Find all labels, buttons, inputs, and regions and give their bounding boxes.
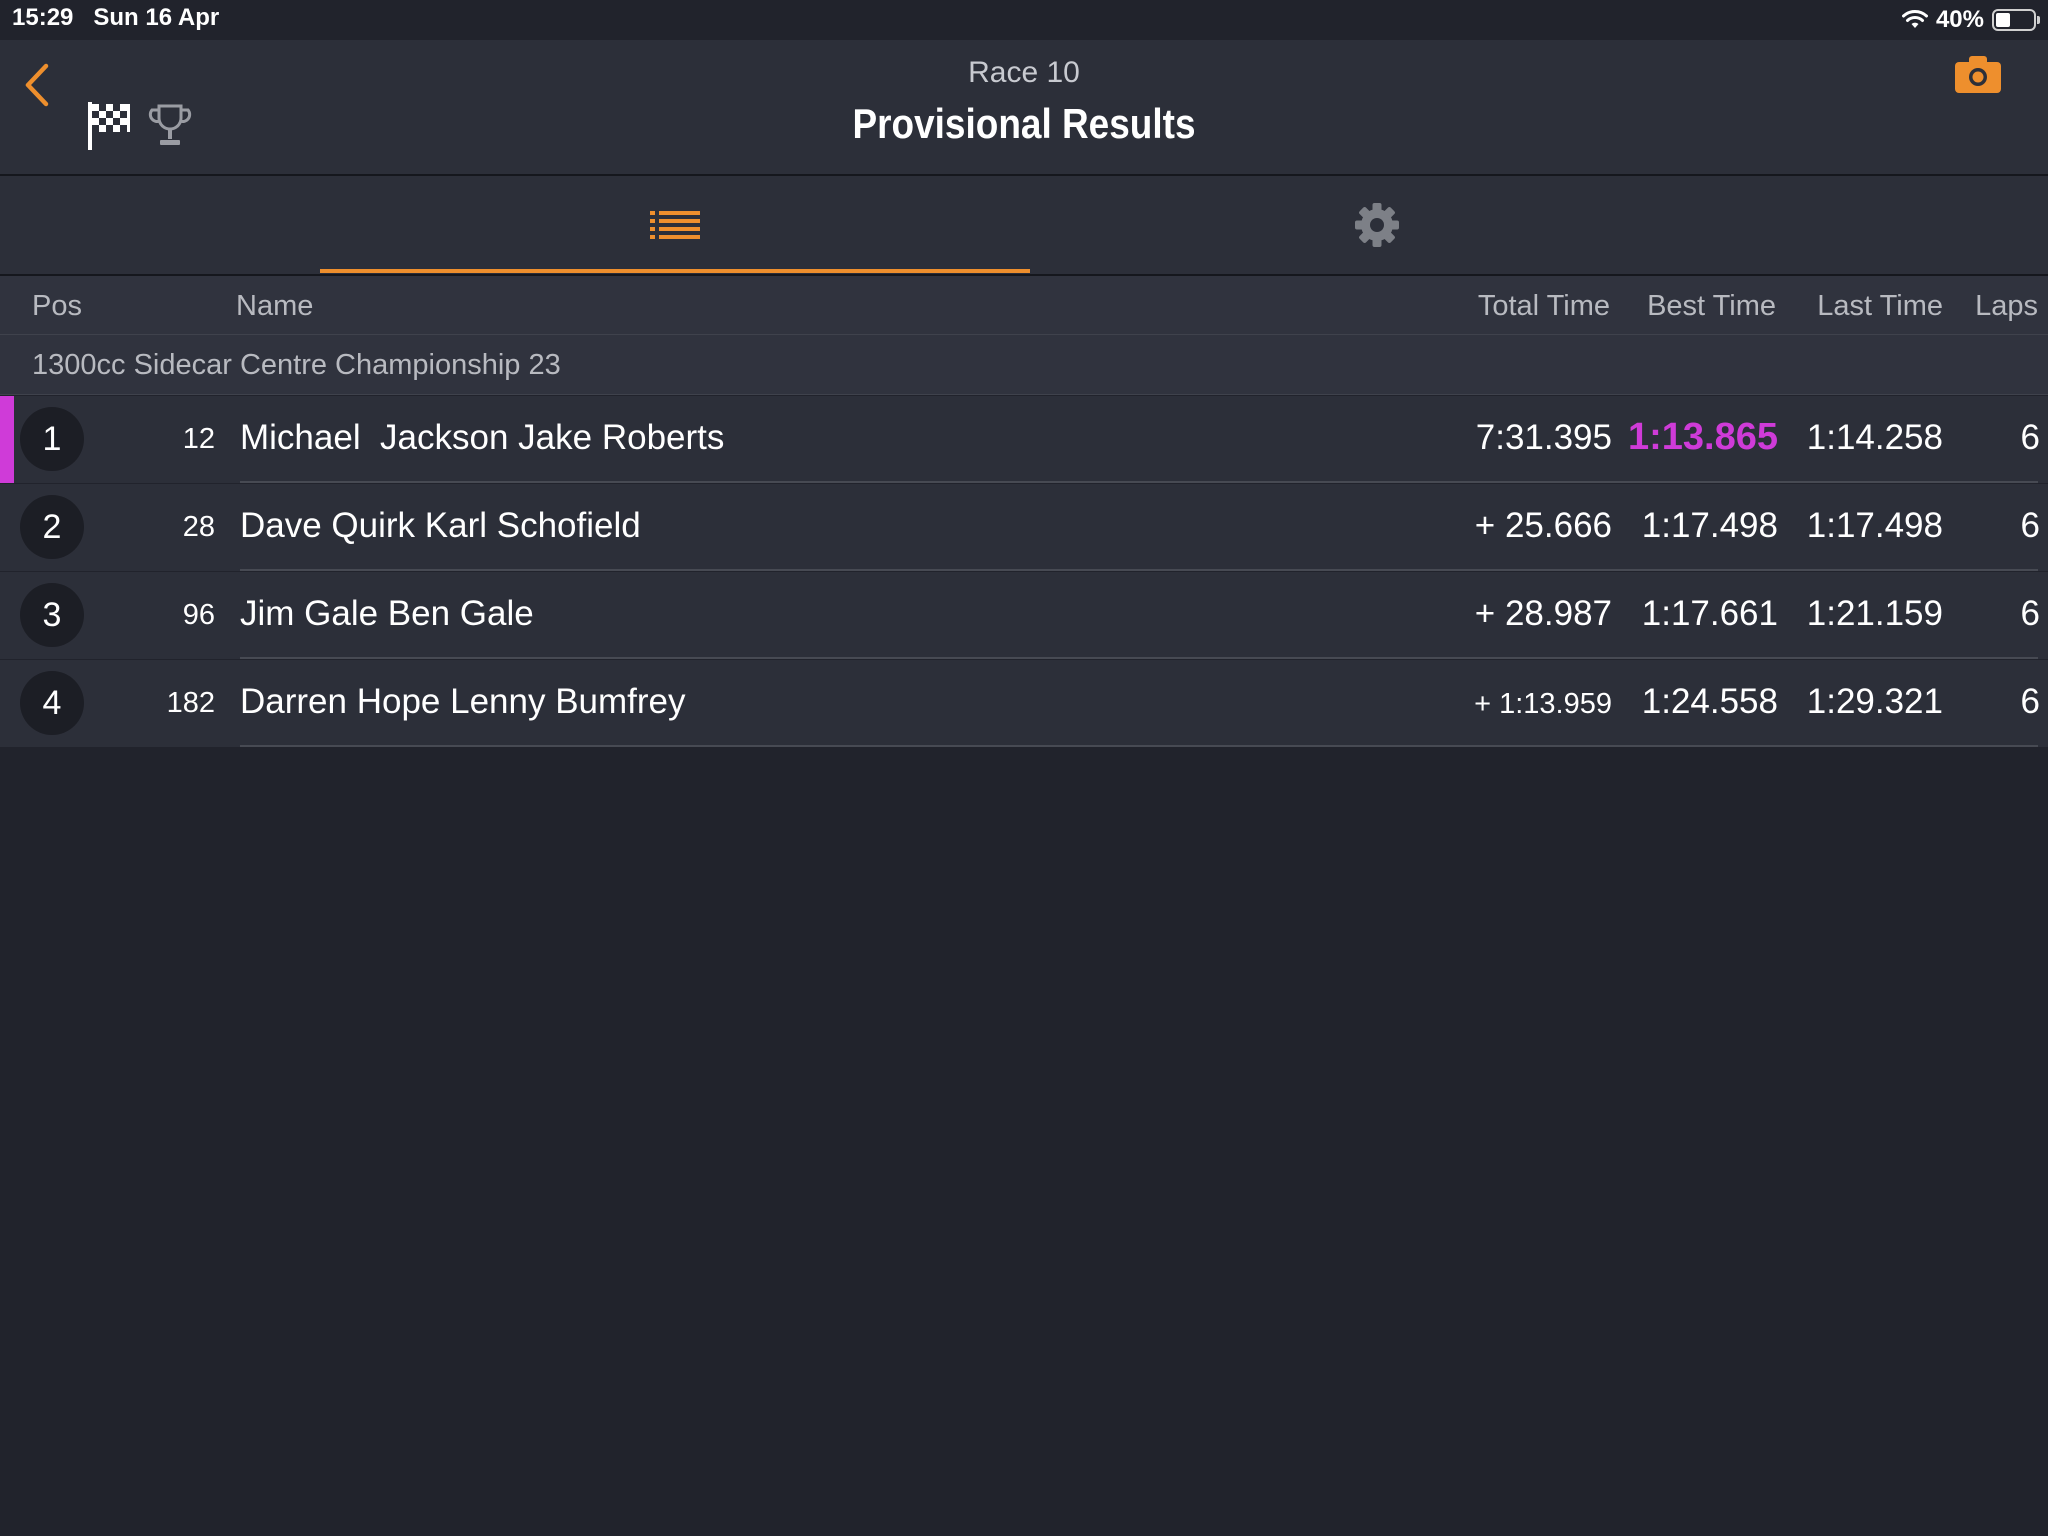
total-time: + 1:13.959 xyxy=(1474,688,1612,720)
active-tab-indicator xyxy=(320,269,1030,273)
competitor-name: Jim Gale Ben Gale xyxy=(240,594,534,633)
last-time: 1:29.321 xyxy=(1806,682,1943,721)
total-time: + 28.987 xyxy=(1474,594,1612,633)
laps: 6 xyxy=(2020,594,2040,633)
total-time: + 25.666 xyxy=(1474,506,1612,545)
battery-percent: 40% xyxy=(1935,6,1984,33)
position-badge: 4 xyxy=(20,671,84,735)
camera-icon[interactable] xyxy=(1954,54,2002,94)
tab-settings[interactable] xyxy=(1022,176,1732,274)
race-number: 96 xyxy=(182,599,215,631)
last-time: 1:21.159 xyxy=(1806,594,1943,633)
last-time: 1:17.498 xyxy=(1806,506,1943,545)
col-best-time: Best Time xyxy=(1647,290,1776,322)
gear-icon xyxy=(1355,203,1399,247)
status-indicators: 40% xyxy=(1901,4,2040,36)
competitor-name: Darren Hope Lenny Bumfrey xyxy=(240,682,686,721)
battery-fill xyxy=(1996,13,2011,27)
last-time: 1:14.258 xyxy=(1806,418,1943,457)
row-divider xyxy=(240,569,2038,571)
laps: 6 xyxy=(2020,506,2040,545)
class-name: 1300cc Sidecar Centre Championship 23 xyxy=(32,349,561,381)
position-badge: 2 xyxy=(20,495,84,559)
best-time: 1:24.558 xyxy=(1641,682,1778,721)
race-number: 28 xyxy=(182,511,215,543)
table-row[interactable]: 2 28 Dave Quirk Karl Schofield + 25.666 … xyxy=(0,484,2048,571)
tab-results-list[interactable] xyxy=(320,176,1030,274)
status-time: 15:29 Sun 16 Apr xyxy=(12,4,220,31)
race-number: 182 xyxy=(166,687,215,719)
best-time: 1:17.661 xyxy=(1641,594,1778,633)
status-bar: 15:29 Sun 16 Apr 40% xyxy=(0,0,2048,40)
col-total-time: Total Time xyxy=(1477,290,1610,322)
row-divider xyxy=(240,657,2038,659)
row-divider xyxy=(240,745,2038,747)
tab-bar xyxy=(0,176,2048,276)
class-group-header: 1300cc Sidecar Centre Championship 23 xyxy=(0,335,2048,395)
race-subtitle: Race 10 xyxy=(968,56,1080,89)
table-row[interactable]: 1 12 Michael Jackson Jake Roberts 7:31.3… xyxy=(0,396,2048,483)
best-time: 1:17.498 xyxy=(1641,506,1778,545)
battery-icon xyxy=(1992,9,2040,31)
competitor-name: Dave Quirk Karl Schofield xyxy=(240,506,641,545)
position-badge: 1 xyxy=(20,407,84,471)
col-last-time: Last Time xyxy=(1817,290,1943,322)
col-name: Name xyxy=(236,290,314,322)
best-time: 1:13.865 xyxy=(1627,416,1778,458)
list-icon xyxy=(650,211,700,239)
wifi-icon xyxy=(1901,10,1928,28)
laps: 6 xyxy=(2020,418,2040,457)
page-title: Provisional Results xyxy=(852,100,1196,147)
nav-bar: Race 10 Provisional Results xyxy=(0,40,2048,176)
competitor-name: Michael Jackson Jake Roberts xyxy=(240,418,725,457)
position-badge: 3 xyxy=(20,583,84,647)
laps: 6 xyxy=(2020,682,2040,721)
fastest-lap-marker xyxy=(0,396,14,483)
row-divider xyxy=(240,481,2038,483)
total-time: 7:31.395 xyxy=(1475,418,1612,457)
race-number: 12 xyxy=(182,423,215,455)
table-row[interactable]: 4 182 Darren Hope Lenny Bumfrey + 1:13.9… xyxy=(0,660,2048,747)
col-laps: Laps xyxy=(1975,290,2038,322)
column-header: Pos Name Total Time Best Time Last Time … xyxy=(0,276,2048,335)
col-pos: Pos xyxy=(32,290,82,322)
table-row[interactable]: 3 96 Jim Gale Ben Gale + 28.987 1:17.661… xyxy=(0,572,2048,659)
